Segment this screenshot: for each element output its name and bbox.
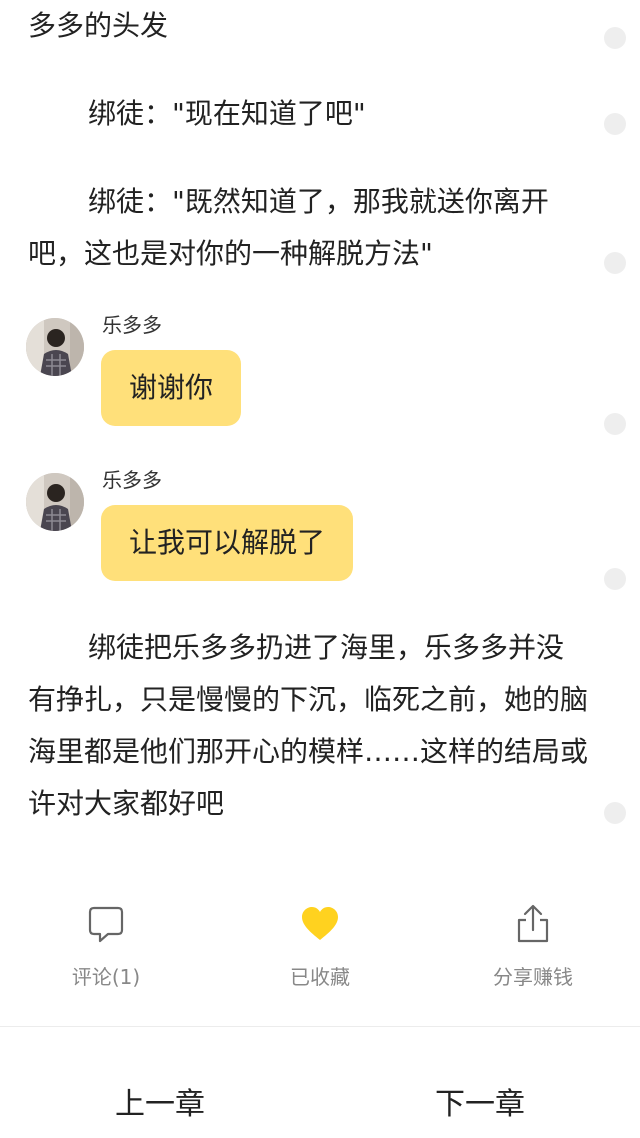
divider <box>0 1026 640 1027</box>
paragraph-comment-dot[interactable] <box>604 27 626 49</box>
story-paragraph: 多多的头发 <box>28 9 169 42</box>
story-paragraph: 绑徒把乐多多扔进了海里，乐多多并没有挣扎，只是慢慢的下沉，临死之前，她的脑海里都… <box>28 631 589 820</box>
next-chapter-button[interactable]: 下一章 <box>380 1080 580 1130</box>
sender-name: 乐多多 <box>102 468 162 492</box>
share-button[interactable]: 分享赚钱 <box>453 900 613 1000</box>
chapter-reader: 多多的头发 绑徒："现在知道了吧" 绑徒："既然知道了，那我就送你离开吧，这也是… <box>0 0 640 1138</box>
message-bubble: 谢谢你 <box>101 350 242 426</box>
favorite-button[interactable]: 已收藏 <box>240 900 400 1000</box>
paragraph-comment-dot[interactable] <box>604 802 626 824</box>
message-bubble: 让我可以解脱了 <box>101 505 354 581</box>
share-label: 分享赚钱 <box>493 965 573 989</box>
prev-chapter-button[interactable]: 上一章 <box>60 1080 260 1130</box>
sender-name: 乐多多 <box>102 313 162 337</box>
favorite-label: 已收藏 <box>290 965 350 989</box>
avatar[interactable] <box>26 318 84 376</box>
paragraph-comment-dot[interactable] <box>604 252 626 274</box>
paragraph-comment-dot[interactable] <box>604 568 626 590</box>
paragraph-comment-dot[interactable] <box>604 413 626 435</box>
heart-icon <box>302 907 338 940</box>
story-paragraph: 绑徒："既然知道了，那我就送你离开吧，这也是对你的一种解脱方法" <box>28 185 549 270</box>
avatar-photo <box>26 473 84 531</box>
comment-icon <box>88 906 124 943</box>
paragraph-comment-dot[interactable] <box>604 113 626 135</box>
comment-label: 评论(1) <box>71 965 141 989</box>
comment-button[interactable]: 评论(1) <box>26 900 186 1000</box>
avatar[interactable] <box>26 473 84 531</box>
share-icon <box>517 904 549 943</box>
avatar-photo <box>26 318 84 376</box>
story-paragraph: 绑徒："现在知道了吧" <box>88 97 366 130</box>
